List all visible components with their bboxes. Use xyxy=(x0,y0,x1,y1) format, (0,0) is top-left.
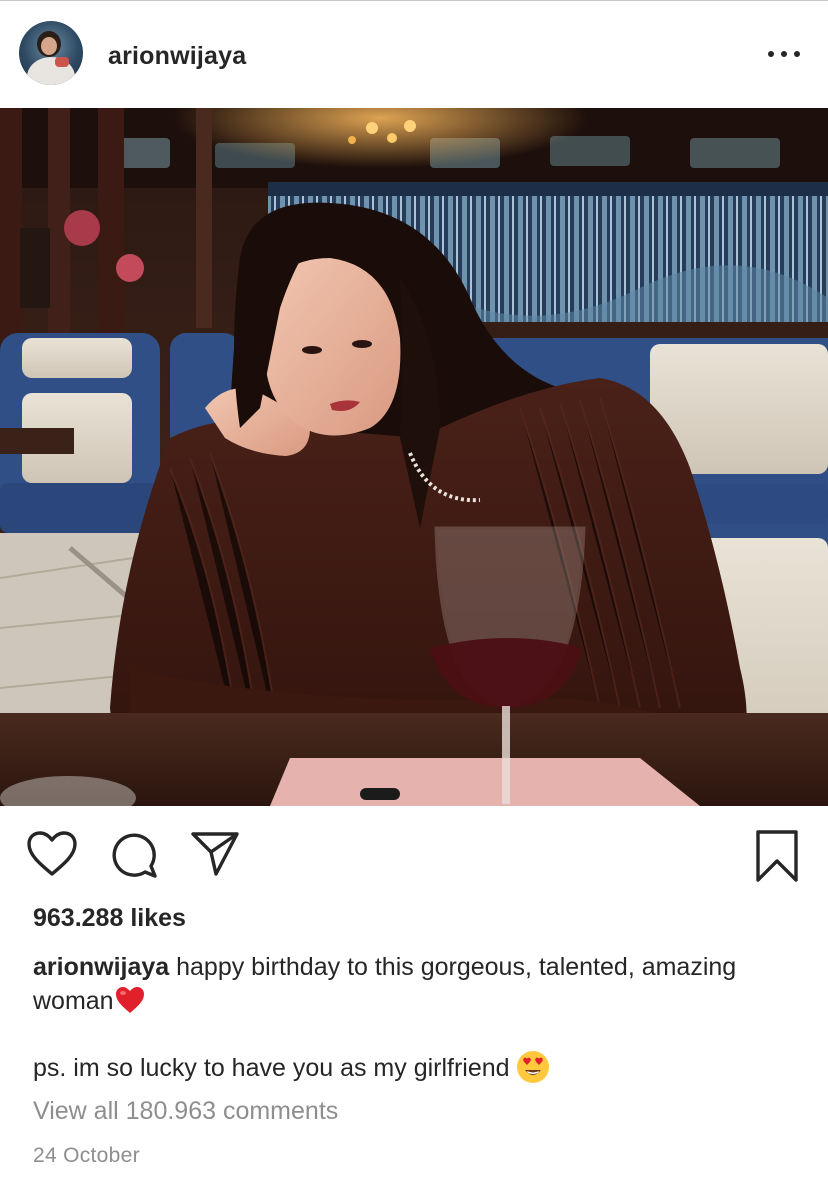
heart-eyes-emoji-icon xyxy=(516,1051,549,1083)
comment-icon[interactable] xyxy=(107,828,159,880)
post-photo[interactable] xyxy=(0,108,828,806)
post-username[interactable]: arionwijaya xyxy=(108,42,246,71)
heart-icon[interactable] xyxy=(26,830,78,878)
likes-count[interactable]: 963.288 likes xyxy=(33,904,186,933)
caption-username[interactable]: arionwijaya xyxy=(33,953,169,981)
paper-plane-icon[interactable] xyxy=(189,830,241,878)
view-all-comments-link[interactable]: View all 180.963 comments xyxy=(33,1097,338,1126)
action-bar xyxy=(0,806,828,902)
more-horizontal-icon[interactable] xyxy=(768,49,800,59)
post-date: 24 October xyxy=(33,1144,140,1167)
avatar[interactable] xyxy=(19,21,83,85)
red-heart-emoji-icon xyxy=(115,987,144,1013)
caption-ps: ps. im so lucky to have you as my girlfr… xyxy=(33,1050,803,1085)
caption: arionwijaya happy birthday to this gorge… xyxy=(33,950,803,1018)
post-header: arionwijaya xyxy=(0,1,828,108)
bookmark-icon[interactable] xyxy=(752,828,802,884)
caption-ps-text: ps. im so lucky to have you as my girlfr… xyxy=(33,1054,510,1082)
